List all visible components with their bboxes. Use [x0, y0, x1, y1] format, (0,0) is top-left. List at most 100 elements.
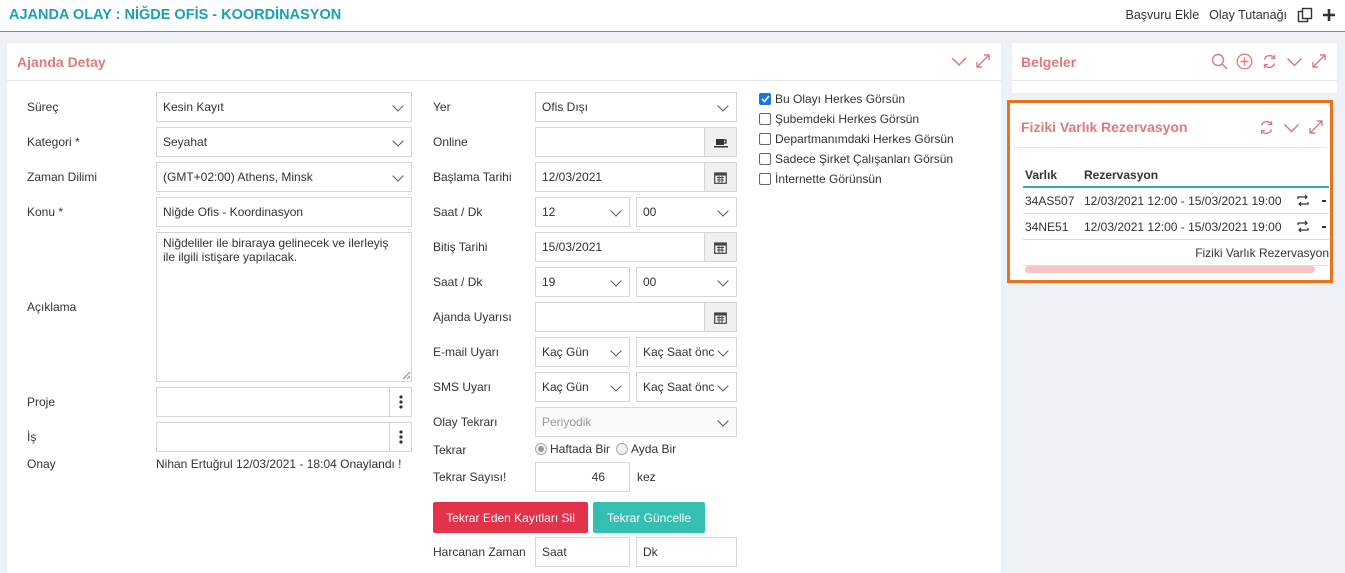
- copy-icon[interactable]: [1297, 7, 1313, 23]
- table-row[interactable]: 34AS507 12/03/2021 12:00 - 15/03/2021 19…: [1023, 188, 1329, 214]
- panel-title: Ajanda Detay: [17, 54, 106, 70]
- harcanan-saat-input[interactable]: Saat: [535, 537, 630, 567]
- surec-select[interactable]: Kesin Kayıt: [156, 92, 412, 122]
- baslama-saat-select[interactable]: 12: [535, 197, 630, 227]
- is-input[interactable]: [156, 422, 412, 452]
- sms-saat-select[interactable]: Kaç Saat önc: [636, 372, 737, 402]
- kez-label: kez: [637, 470, 656, 484]
- bitis-tarihi-label: Bitiş Tarihi: [433, 240, 488, 254]
- panel-header: Ajanda Detay: [7, 43, 1001, 81]
- zaman-dilimi-label: Zaman Dilimi: [27, 170, 98, 184]
- resize-handle-icon[interactable]: [402, 371, 411, 380]
- radio-dot: [616, 443, 628, 455]
- olay-tekrari-select[interactable]: Periyodik: [535, 407, 737, 437]
- expand-icon[interactable]: [1311, 53, 1327, 70]
- online-label: Online: [433, 135, 468, 149]
- checkbox-label: Sadece Şirket Çalışanları Görsün: [775, 152, 954, 166]
- herkes-gorsun-checkbox[interactable]: Bu Olayı Herkes Görsün: [759, 92, 905, 106]
- haftada-bir-radio[interactable]: Haftada Bir: [535, 442, 610, 456]
- email-uyari-label: E-mail Uyarı: [433, 345, 500, 359]
- add-circle-icon[interactable]: [1236, 53, 1253, 70]
- checkbox-label: Departmanımdaki Herkes Görsün: [775, 132, 954, 146]
- tekrar-eden-kayitlari-sil-button[interactable]: Tekrar Eden Kayıtları Sil: [433, 502, 588, 533]
- bitis-tarihi-input[interactable]: 15/03/2021: [535, 232, 737, 262]
- horizontal-scrollbar[interactable]: [1025, 266, 1315, 273]
- checkbox-box: [759, 113, 771, 125]
- header-varlik: Varlık: [1025, 168, 1058, 182]
- email-gun-select[interactable]: Kaç Gün: [535, 337, 630, 367]
- kategori-select[interactable]: Seyahat: [156, 127, 412, 157]
- refresh-icon[interactable]: [1261, 53, 1278, 70]
- checkbox-box: [759, 93, 771, 105]
- ayda-bir-radio[interactable]: Ayda Bir: [616, 442, 676, 456]
- zaman-dilimi-select[interactable]: (GMT+02:00) Athens, Minsk: [156, 162, 412, 192]
- ajanda-uyarisi-label: Ajanda Uyarısı: [433, 310, 512, 324]
- search-icon[interactable]: [1211, 53, 1228, 70]
- collapse-icon[interactable]: [951, 53, 967, 69]
- repeat-icon[interactable]: [1296, 194, 1310, 210]
- baslama-tarihi-value: 12/03/2021: [542, 170, 603, 184]
- basvuru-ekle-link[interactable]: Başvuru Ekle: [1126, 8, 1200, 22]
- sirket-calisanlari-checkbox[interactable]: Sadece Şirket Çalışanları Görsün: [759, 152, 953, 166]
- checkbox-box: [759, 173, 771, 185]
- checkbox-box: [759, 153, 771, 165]
- online-input[interactable]: [535, 127, 737, 157]
- more-vertical-icon[interactable]: [389, 423, 411, 451]
- refresh-icon[interactable]: [1258, 119, 1275, 136]
- proje-input[interactable]: [156, 387, 412, 417]
- saat-dk-label: Saat / Dk: [433, 275, 483, 289]
- ayda-bir-label: Ayda Bir: [631, 442, 677, 456]
- tekrar-guncelle-button[interactable]: Tekrar Güncelle: [593, 502, 705, 533]
- calendar-icon[interactable]: [704, 303, 736, 331]
- panel-tools: [1211, 53, 1327, 70]
- plus-icon[interactable]: [1323, 9, 1335, 21]
- subemdeki-herkes-checkbox[interactable]: Şubemdeki Herkes Görsün: [759, 112, 919, 126]
- online-meeting-icon[interactable]: [704, 128, 736, 156]
- more-vertical-icon[interactable]: [389, 388, 411, 416]
- checkbox-box: [759, 133, 771, 145]
- aciklama-textarea[interactable]: Niğdeliler ile biraraya gelinecek ve ile…: [156, 232, 412, 382]
- radio-dot: [535, 443, 547, 455]
- calendar-icon[interactable]: [704, 163, 736, 191]
- yer-select[interactable]: Ofis Dışı: [535, 92, 737, 122]
- header-rezervasyon: Rezervasyon: [1084, 168, 1159, 182]
- bitis-saat-select[interactable]: 19: [535, 267, 630, 297]
- konu-label: Konu *: [27, 205, 64, 219]
- repeat-icon[interactable]: [1296, 220, 1310, 236]
- row-menu-icon[interactable]: [1322, 200, 1326, 202]
- olay-tutanagi-link[interactable]: Olay Tutanağı: [1209, 8, 1287, 22]
- harcanan-dk-input[interactable]: Dk: [636, 537, 737, 567]
- olay-tekrari-label: Olay Tekrarı: [433, 415, 498, 429]
- table-row[interactable]: 34NE51 12/03/2021 12:00 - 15/03/2021 19:…: [1023, 214, 1329, 240]
- departmanimdaki-herkes-checkbox[interactable]: Departmanımdaki Herkes Görsün: [759, 132, 954, 146]
- panel-header: Belgeler: [1012, 43, 1337, 81]
- sms-gun-select[interactable]: Kaç Gün: [535, 372, 630, 402]
- baslama-tarihi-input[interactable]: 12/03/2021: [535, 162, 737, 192]
- tekrar-sayisi-label: Tekrar Sayısı!: [433, 470, 507, 484]
- collapse-icon[interactable]: [1286, 53, 1303, 70]
- fiziki-varlik-panel: Fiziki Varlık Rezervasyon Varlık Rezerva…: [1007, 100, 1333, 283]
- onay-value: Nihan Ertuğrul 12/03/2021 - 18:04 Onayla…: [156, 457, 402, 471]
- email-saat-select[interactable]: Kaç Saat önc: [636, 337, 737, 367]
- collapse-icon[interactable]: [1283, 119, 1300, 136]
- internette-gorunsun-checkbox[interactable]: İnternette Görünsün: [759, 172, 882, 186]
- yer-label: Yer: [433, 100, 451, 114]
- onay-label: Onay: [27, 457, 56, 471]
- expand-icon[interactable]: [975, 53, 991, 69]
- calendar-icon[interactable]: [704, 233, 736, 261]
- expand-icon[interactable]: [1308, 119, 1324, 136]
- tekrar-label: Tekrar: [433, 443, 467, 457]
- tekrar-sayisi-input[interactable]: 46: [535, 462, 630, 492]
- aciklama-label: Açıklama: [27, 300, 77, 314]
- panel-tools: [951, 53, 991, 69]
- checkbox-label: Şubemdeki Herkes Görsün: [775, 112, 920, 126]
- checkbox-label: Bu Olayı Herkes Görsün: [775, 92, 906, 106]
- row-menu-icon[interactable]: [1322, 226, 1326, 228]
- panel-title: Belgeler: [1021, 54, 1077, 70]
- belgeler-panel: Belgeler: [1012, 43, 1337, 93]
- ajanda-uyarisi-input[interactable]: [535, 302, 737, 332]
- baslama-tarihi-label: Başlama Tarihi: [433, 170, 512, 184]
- konu-input[interactable]: Niğde Ofis - Koordinasyon: [156, 197, 412, 227]
- baslama-dakika-select[interactable]: 00: [636, 197, 737, 227]
- bitis-dakika-select[interactable]: 00: [636, 267, 737, 297]
